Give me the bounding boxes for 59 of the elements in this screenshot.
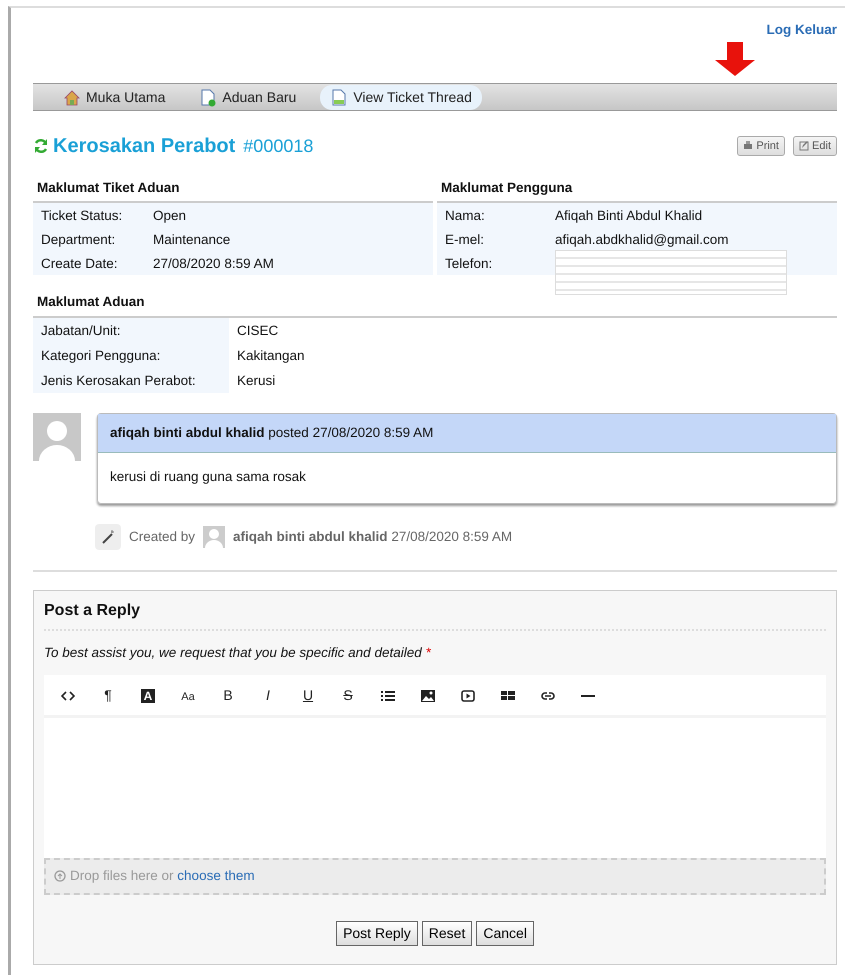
nav-tab[interactable]: Aduan Baru [189, 84, 306, 110]
field-label: E-mel: [437, 227, 547, 252]
italic-button[interactable]: I [248, 675, 288, 716]
form-button[interactable]: Reset [422, 920, 472, 946]
strikethrough-button[interactable]: S [328, 675, 368, 716]
user-avatar-icon [203, 526, 226, 548]
nav-tab[interactable]: Muka Utama [53, 84, 176, 110]
field-label: Department: [33, 227, 145, 252]
form-button[interactable]: Post Reply [336, 920, 418, 946]
field-value: Kerusi [236, 372, 276, 390]
choose-files-link[interactable]: choose them [177, 868, 255, 884]
reply-hint: To best assist you, we request that you be specific and detailed * [44, 644, 432, 662]
edit-button[interactable]: Edit [792, 136, 837, 156]
field-label: Jenis Kerosakan Perabot: [33, 368, 229, 392]
nav-tab[interactable]: View Ticket Thread [320, 84, 482, 110]
horizontal-rule-icon [581, 695, 595, 698]
list-icon [381, 689, 395, 704]
wand-icon [95, 524, 121, 550]
upload-icon [54, 870, 66, 882]
event-text: Created by [129, 528, 196, 546]
image-icon [421, 689, 435, 704]
message-body: kerusi di ruang guna sama rosak [109, 468, 307, 486]
message-header: afiqah binti abdul khalid posted 27/08/2020 8:59 AM [98, 414, 836, 453]
field-label: Nama: [437, 203, 547, 228]
field-value: Open [145, 203, 433, 228]
font-color-button[interactable]: A [128, 675, 168, 716]
field-value: Kakitangan [236, 346, 306, 365]
refresh-icon [33, 138, 49, 154]
field-value: afiqah.abdkhalid@gmail.com [547, 227, 837, 252]
ticket-number: #000018 [243, 134, 314, 158]
file-dropzone[interactable]: Drop files here or choose them [44, 858, 826, 894]
field-label: Kategori Pengguna: [33, 342, 229, 368]
paragraph-button[interactable]: ¶ [88, 675, 128, 716]
print-button[interactable]: Print [737, 136, 785, 156]
arrow-icon [713, 42, 757, 78]
underline-button[interactable]: U [288, 675, 328, 716]
field-value: CISEC [236, 322, 280, 340]
font-size-button[interactable]: Aa [168, 675, 208, 716]
required-mark: * [425, 645, 431, 660]
code-icon [61, 689, 75, 704]
dropzone-text: Drop files here or choose them [70, 867, 255, 886]
bold-button[interactable]: B [208, 675, 248, 716]
field-value: Maintenance [145, 227, 433, 252]
home-icon [63, 88, 81, 107]
event-author: afiqah binti abdul khalid 27/08/2020 8:59 AM [233, 528, 512, 546]
document-icon [330, 88, 348, 107]
reply-title: Post a Reply [44, 599, 826, 631]
document-icon [199, 88, 218, 107]
field-label: Ticket Status: [33, 203, 145, 228]
video-icon [461, 689, 475, 704]
pencil-icon [798, 140, 809, 151]
printer-icon [743, 140, 754, 151]
field-label: Telefon: [437, 251, 547, 276]
field-value: 27/08/2020 8:59 AM [145, 251, 433, 276]
logout-link[interactable]: Log Keluar [766, 20, 837, 40]
field-label: Jabatan/Unit: [33, 318, 229, 342]
form-button[interactable]: Cancel [476, 920, 534, 946]
field-label: Create Date: [33, 251, 145, 276]
field-value: Afiqah Binti Abdul Khalid [547, 203, 837, 228]
